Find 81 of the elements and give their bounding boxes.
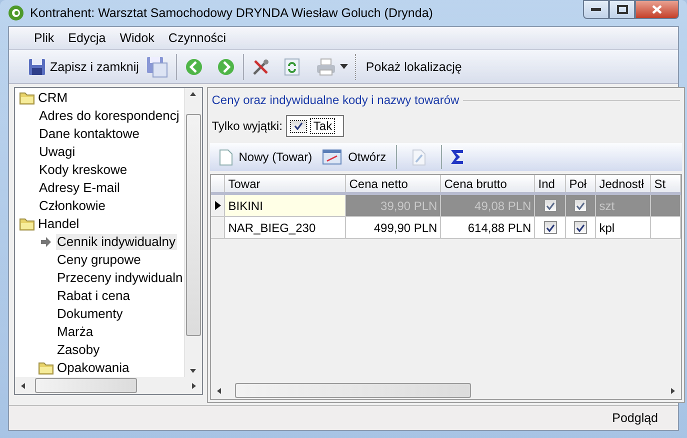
open-button[interactable]: Otwórz xyxy=(319,147,390,167)
close-icon xyxy=(652,5,662,14)
table-cell: BIKINI xyxy=(224,194,346,216)
check-icon xyxy=(546,224,555,232)
folder-icon xyxy=(18,91,34,105)
table-cell: 614,88 PLN xyxy=(440,216,535,238)
refresh-icon[interactable] xyxy=(284,58,300,76)
menu-item[interactable]: Widok xyxy=(112,29,162,47)
checkbox[interactable] xyxy=(544,221,557,234)
app-logo-icon xyxy=(8,5,24,21)
close-button[interactable] xyxy=(635,0,679,19)
maximize-icon xyxy=(616,5,628,14)
caret-icon[interactable] xyxy=(340,64,348,69)
arrow-icon xyxy=(40,236,52,248)
tree-item[interactable]: Dokumenty xyxy=(56,306,124,322)
tree-item[interactable]: Adresy E-mail xyxy=(38,180,121,196)
tree-item[interactable]: Ceny grupowe xyxy=(56,252,142,268)
table-cell: kpl xyxy=(596,216,651,238)
checkbox[interactable] xyxy=(290,120,308,132)
folder-icon xyxy=(18,217,34,231)
table-cell: szt xyxy=(596,194,651,216)
save-icon xyxy=(28,58,46,76)
form-icon xyxy=(322,149,342,165)
column-header[interactable]: Ind xyxy=(534,175,566,194)
window-title: Kontrahent: Warsztat Samochodowy DRYNDA Wiesław Goluch (Drynda) xyxy=(30,6,434,20)
column-header[interactable]: Poł xyxy=(566,175,596,194)
minimize-button[interactable] xyxy=(583,0,609,19)
scroll-right-icon xyxy=(192,382,196,388)
menu-item[interactable]: Plik xyxy=(27,29,62,47)
group-title: Ceny oraz indywidualne kody i nazwy towarów xyxy=(212,93,460,107)
tree-item[interactable]: Członkowie xyxy=(38,198,106,214)
scroll-right-icon xyxy=(671,388,676,394)
tree-item[interactable]: Kody kreskowe xyxy=(38,162,128,178)
tree-item[interactable]: Marża xyxy=(56,324,94,340)
forward-icon[interactable] xyxy=(216,58,235,76)
tree-item[interactable]: Zasoby xyxy=(56,342,101,358)
check-icon xyxy=(576,224,586,232)
row-indicator-icon xyxy=(214,201,221,210)
table-cell: 39,90 PLN xyxy=(346,194,441,216)
check-icon xyxy=(294,122,304,130)
maximize-button[interactable] xyxy=(609,0,635,19)
save-close-button[interactable]: Zapisz i zamknij xyxy=(25,56,142,78)
column-header[interactable]: St xyxy=(650,175,681,194)
tree-item[interactable]: Adres do korespondencj xyxy=(38,108,180,124)
tree-item[interactable]: Uwagi xyxy=(38,144,76,160)
tree-folder[interactable]: CRM xyxy=(37,90,69,106)
tree-item[interactable]: Przeceny indywidualn xyxy=(56,270,184,286)
column-header[interactable]: Towar xyxy=(224,175,346,194)
menu-item[interactable]: Czynności xyxy=(161,29,234,47)
status-text: Podgląd xyxy=(612,411,658,425)
column-header[interactable]: Jednostł xyxy=(596,175,651,194)
tree-folder[interactable]: Opakowania xyxy=(56,360,130,376)
filter-label: Tylko wyjątki: xyxy=(212,119,282,133)
column-header[interactable]: Cena netto xyxy=(346,175,441,194)
table-cell: 499,90 PLN xyxy=(346,216,441,238)
new-button[interactable]: Nowy (Towar) xyxy=(216,146,316,168)
tree-folder[interactable]: Handel xyxy=(37,216,80,232)
checkbox[interactable] xyxy=(574,199,588,212)
back-icon[interactable] xyxy=(184,58,203,76)
table-cell: 49,08 PLN xyxy=(440,194,535,216)
filter-field[interactable]: Tak xyxy=(286,115,344,137)
column-header[interactable]: Cena brutto xyxy=(440,175,535,194)
checkbox[interactable] xyxy=(574,221,588,234)
vertical-scrollbar[interactable] xyxy=(184,88,202,377)
scroll-left-icon xyxy=(216,388,221,394)
folder-icon xyxy=(38,361,54,375)
check-icon xyxy=(576,202,586,210)
tree-item[interactable]: Dane kontaktowe xyxy=(38,126,140,142)
tools-icon[interactable] xyxy=(252,58,270,76)
check-icon xyxy=(546,202,555,210)
tree-item[interactable]: Cennik indywidualny xyxy=(56,234,177,250)
checkbox[interactable] xyxy=(544,199,557,212)
scroll-left-icon xyxy=(21,382,25,388)
menu-item[interactable]: Edycja xyxy=(61,29,113,47)
table-cell: NAR_BIEG_230 xyxy=(224,216,346,238)
minimize-icon xyxy=(591,8,601,12)
tree-item[interactable]: Rabat i cena xyxy=(56,288,131,304)
document-icon xyxy=(218,148,233,166)
sum-icon[interactable] xyxy=(449,148,466,166)
horizontal-scrollbar[interactable] xyxy=(15,377,202,394)
show-location-button[interactable]: Pokaż lokalizację xyxy=(362,58,465,76)
